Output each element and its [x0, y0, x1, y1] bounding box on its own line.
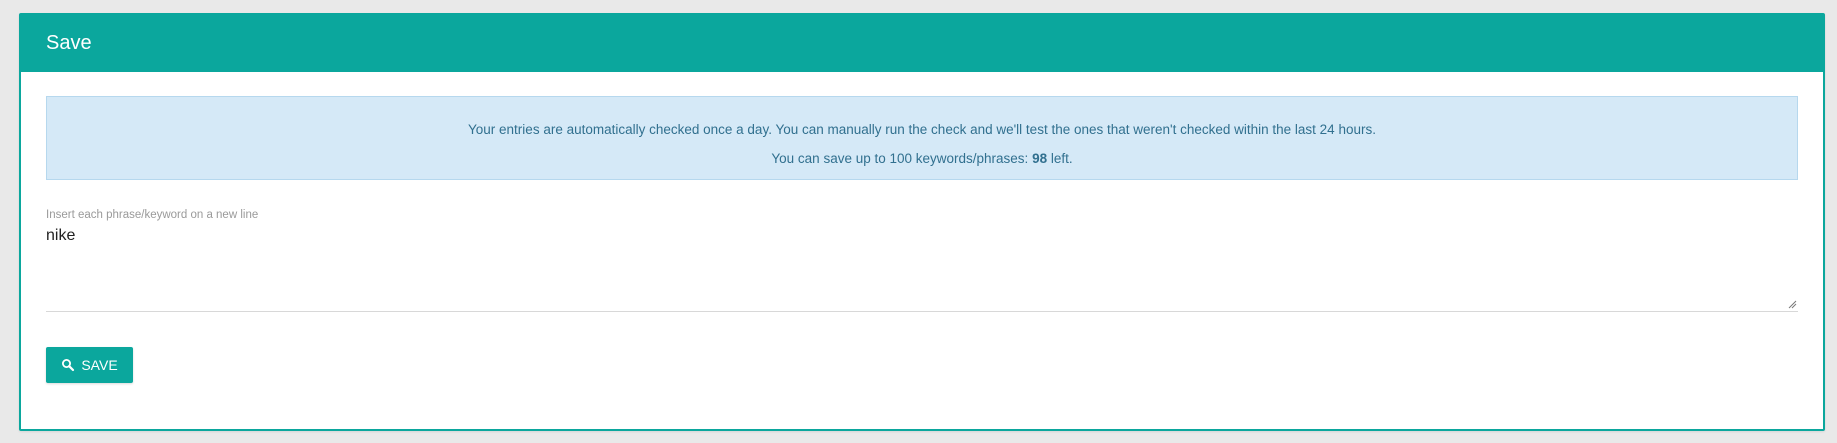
panel-title: Save	[46, 32, 92, 54]
keywords-field-label: Insert each phrase/keyword on a new line	[46, 209, 259, 221]
save-button-label: SAVE	[81, 357, 118, 373]
info-alert: Your entries are automatically checked o…	[46, 96, 1798, 180]
quota-prefix: You can save up to 100 keywords/phrases:	[771, 151, 1033, 166]
quota-remaining-count: 98	[1032, 151, 1048, 166]
resize-handle-icon[interactable]	[1788, 300, 1797, 309]
save-panel: Save Your entries are automatically chec…	[19, 13, 1825, 431]
info-text-quota: You can save up to 100 keywords/phrases:…	[47, 144, 1797, 173]
panel-header: Save	[21, 15, 1823, 72]
keywords-textarea[interactable]: nike	[46, 223, 1798, 309]
info-text-schedule: Your entries are automatically checked o…	[468, 122, 1376, 137]
save-button[interactable]: SAVE	[46, 347, 133, 383]
quota-suffix: left.	[1047, 151, 1073, 166]
search-icon	[62, 359, 75, 372]
keywords-field-wrapper: nike	[46, 223, 1798, 312]
panel-body: Your entries are automatically checked o…	[21, 72, 1823, 383]
